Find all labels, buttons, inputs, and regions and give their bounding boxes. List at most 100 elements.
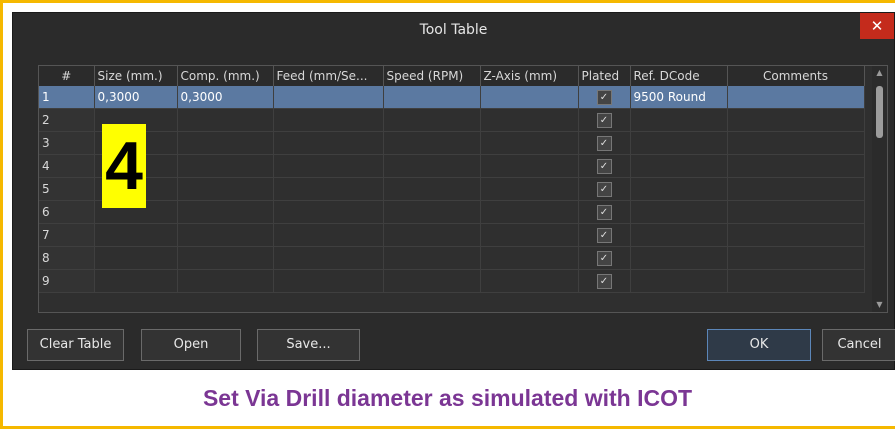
plated-cell[interactable]: ✓ (578, 108, 631, 132)
feed-cell[interactable] (273, 246, 384, 270)
feed-cell[interactable] (273, 200, 384, 224)
table-row[interactable]: 1 0,3000 0,3000 ✓ 9500 Round (39, 86, 865, 109)
table-row[interactable]: 3 ✓ (39, 131, 865, 155)
plated-checkbox[interactable]: ✓ (596, 89, 612, 105)
zaxis-cell[interactable] (480, 269, 579, 293)
feed-cell[interactable] (273, 269, 384, 293)
column-header-plated[interactable]: Plated (578, 66, 631, 86)
zaxis-cell[interactable] (480, 154, 579, 178)
speed-cell[interactable] (383, 246, 481, 270)
speed-cell[interactable] (383, 200, 481, 224)
table-row[interactable]: 4 ✓ (39, 154, 865, 178)
comments-cell[interactable] (727, 154, 865, 178)
clear-table-button[interactable]: Clear Table (27, 329, 124, 361)
column-header-feed[interactable]: Feed (mm/Se... (273, 66, 384, 86)
zaxis-cell[interactable] (480, 223, 579, 247)
table-row[interactable]: 7 ✓ (39, 223, 865, 247)
vertical-scrollbar[interactable]: ▲ ▼ (872, 66, 887, 312)
comments-cell[interactable] (727, 177, 865, 201)
zaxis-cell[interactable] (480, 131, 579, 155)
speed-cell[interactable] (383, 108, 481, 132)
plated-checkbox[interactable]: ✓ (596, 181, 612, 197)
plated-cell[interactable]: ✓ (578, 223, 631, 247)
column-header-speed[interactable]: Speed (RPM) (383, 66, 481, 86)
table-row[interactable]: 6 ✓ (39, 200, 865, 224)
column-header-comments[interactable]: Comments (727, 66, 865, 86)
plated-checkbox[interactable]: ✓ (596, 135, 612, 151)
plated-checkbox[interactable]: ✓ (596, 112, 612, 128)
plated-cell[interactable]: ✓ (578, 154, 631, 178)
dcode-cell[interactable] (630, 200, 728, 224)
speed-cell[interactable] (383, 223, 481, 247)
zaxis-cell[interactable] (480, 246, 579, 270)
comp-cell[interactable] (177, 108, 274, 132)
scroll-up-arrow-icon[interactable]: ▲ (872, 66, 887, 80)
feed-cell[interactable] (273, 86, 384, 109)
comp-cell[interactable]: 0,3000 (177, 86, 274, 109)
size-cell[interactable] (94, 223, 178, 247)
dcode-cell[interactable] (630, 246, 728, 270)
comp-cell[interactable] (177, 246, 274, 270)
zaxis-cell[interactable] (480, 86, 579, 109)
feed-cell[interactable] (273, 154, 384, 178)
comments-cell[interactable] (727, 269, 865, 293)
column-header-size[interactable]: Size (mm.) (94, 66, 178, 86)
feed-cell[interactable] (273, 108, 384, 132)
plated-checkbox[interactable]: ✓ (596, 227, 612, 243)
comp-cell[interactable] (177, 223, 274, 247)
feed-cell[interactable] (273, 223, 384, 247)
plated-checkbox[interactable]: ✓ (596, 250, 612, 266)
table-row[interactable]: 8 ✓ (39, 246, 865, 270)
cancel-button[interactable]: Cancel (822, 329, 895, 361)
speed-cell[interactable] (383, 86, 481, 109)
column-header-comp[interactable]: Comp. (mm.) (177, 66, 274, 86)
dcode-cell[interactable] (630, 108, 728, 132)
open-button[interactable]: Open (141, 329, 241, 361)
dcode-cell[interactable] (630, 154, 728, 178)
zaxis-cell[interactable] (480, 200, 579, 224)
feed-cell[interactable] (273, 177, 384, 201)
plated-checkbox[interactable]: ✓ (596, 204, 612, 220)
plated-cell[interactable]: ✓ (578, 269, 631, 293)
comp-cell[interactable] (177, 269, 274, 293)
zaxis-cell[interactable] (480, 108, 579, 132)
plated-cell[interactable]: ✓ (578, 86, 631, 109)
plated-cell[interactable]: ✓ (578, 200, 631, 224)
close-button[interactable]: ✕ (860, 13, 894, 39)
column-header-number[interactable]: # (39, 66, 95, 86)
comments-cell[interactable] (727, 108, 865, 132)
size-cell[interactable] (94, 269, 178, 293)
comp-cell[interactable] (177, 200, 274, 224)
comp-cell[interactable] (177, 131, 274, 155)
comments-cell[interactable] (727, 246, 865, 270)
save-button[interactable]: Save... (257, 329, 360, 361)
comp-cell[interactable] (177, 154, 274, 178)
scroll-thumb[interactable] (876, 86, 883, 138)
comments-cell[interactable] (727, 131, 865, 155)
table-row[interactable]: 5 ✓ (39, 177, 865, 201)
plated-checkbox[interactable]: ✓ (596, 158, 612, 174)
speed-cell[interactable] (383, 177, 481, 201)
ok-button[interactable]: OK (707, 329, 811, 361)
column-header-zaxis[interactable]: Z-Axis (mm) (480, 66, 579, 86)
comp-cell[interactable] (177, 177, 274, 201)
plated-cell[interactable]: ✓ (578, 177, 631, 201)
comments-cell[interactable] (727, 200, 865, 224)
column-header-ref-dcode[interactable]: Ref. DCode (630, 66, 728, 86)
plated-checkbox[interactable]: ✓ (596, 273, 612, 289)
speed-cell[interactable] (383, 269, 481, 293)
dcode-cell[interactable] (630, 131, 728, 155)
dcode-cell[interactable] (630, 223, 728, 247)
feed-cell[interactable] (273, 131, 384, 155)
plated-cell[interactable]: ✓ (578, 131, 631, 155)
zaxis-cell[interactable] (480, 177, 579, 201)
speed-cell[interactable] (383, 154, 481, 178)
size-cell[interactable] (94, 246, 178, 270)
dcode-cell[interactable]: 9500 Round (630, 86, 728, 109)
scroll-down-arrow-icon[interactable]: ▼ (872, 298, 887, 312)
comments-cell[interactable] (727, 223, 865, 247)
dcode-cell[interactable] (630, 177, 728, 201)
speed-cell[interactable] (383, 131, 481, 155)
table-row[interactable]: 2 ✓ (39, 108, 865, 132)
size-cell[interactable]: 0,3000 (94, 86, 178, 109)
